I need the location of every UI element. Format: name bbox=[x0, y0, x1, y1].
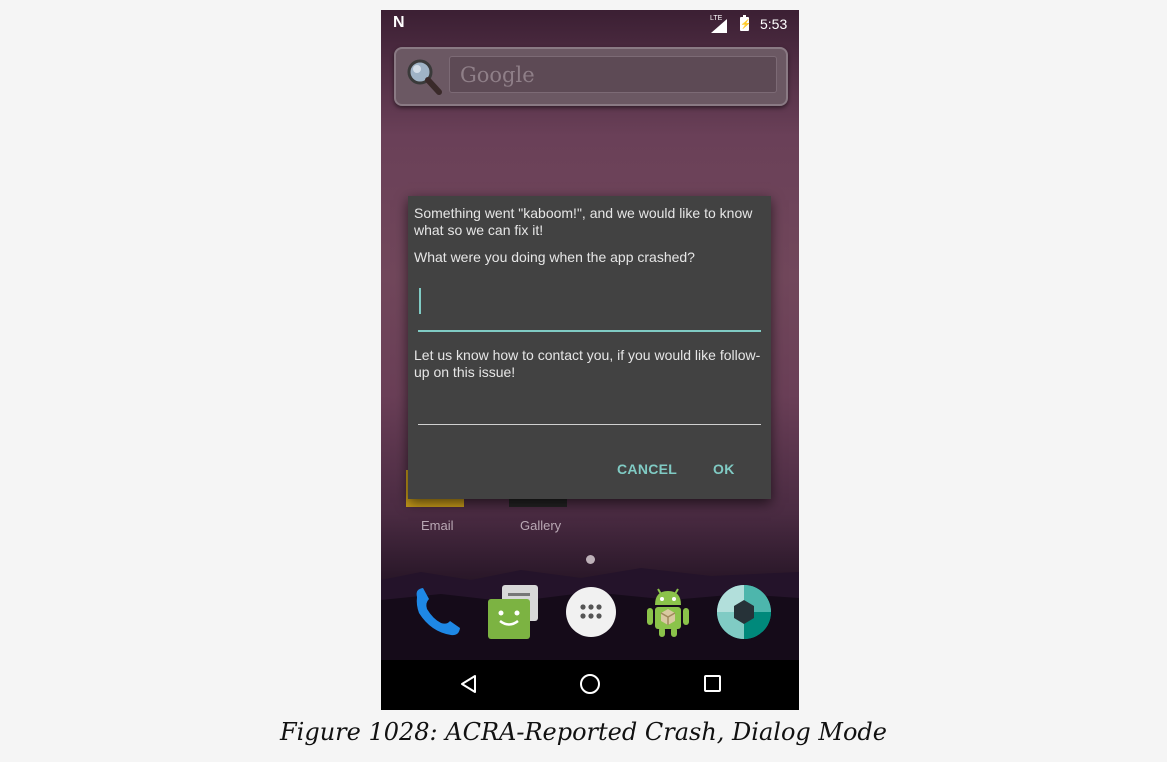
phone-screen: N LTE 5:53 Google Email Gallery bbox=[381, 10, 799, 710]
back-icon[interactable] bbox=[458, 673, 480, 695]
camera-icon[interactable] bbox=[715, 583, 773, 641]
signal-icon bbox=[711, 19, 727, 33]
android-app-icon[interactable] bbox=[639, 583, 697, 641]
email-prompt: Let us know how to contact you, if you w… bbox=[414, 347, 761, 380]
notification-icon: N bbox=[393, 14, 405, 31]
page-indicator bbox=[586, 555, 595, 564]
google-search-widget[interactable]: Google bbox=[394, 47, 788, 106]
figure-caption: Figure 1028: ACRA-Reported Crash, Dialog… bbox=[280, 718, 887, 746]
text-cursor bbox=[419, 288, 421, 314]
email-app-label: Email bbox=[421, 518, 454, 533]
messenger-icon[interactable] bbox=[484, 583, 542, 641]
ok-button[interactable]: OK bbox=[713, 461, 735, 478]
comment-prompt: What were you doing when the app crashed… bbox=[414, 249, 695, 265]
status-time: 5:53 bbox=[760, 16, 788, 32]
dialog-message: Something went "kaboom!", and we would l… bbox=[414, 205, 753, 238]
gallery-app-label: Gallery bbox=[520, 518, 562, 533]
crash-report-dialog: Something went "kaboom!", and we would l… bbox=[408, 196, 771, 499]
navigation-bar bbox=[381, 660, 799, 710]
cancel-button[interactable]: CANCEL bbox=[617, 461, 677, 478]
phone-icon[interactable] bbox=[407, 583, 465, 641]
email-input[interactable] bbox=[418, 396, 761, 425]
search-input[interactable]: Google bbox=[449, 56, 777, 93]
search-icon[interactable] bbox=[404, 57, 444, 97]
status-bar: N LTE 5:53 bbox=[381, 10, 799, 38]
home-icon[interactable] bbox=[580, 674, 600, 694]
comment-input[interactable] bbox=[418, 288, 761, 332]
app-drawer-icon[interactable] bbox=[562, 583, 620, 641]
battery-charging-icon bbox=[740, 15, 749, 31]
recents-icon[interactable] bbox=[704, 675, 721, 692]
